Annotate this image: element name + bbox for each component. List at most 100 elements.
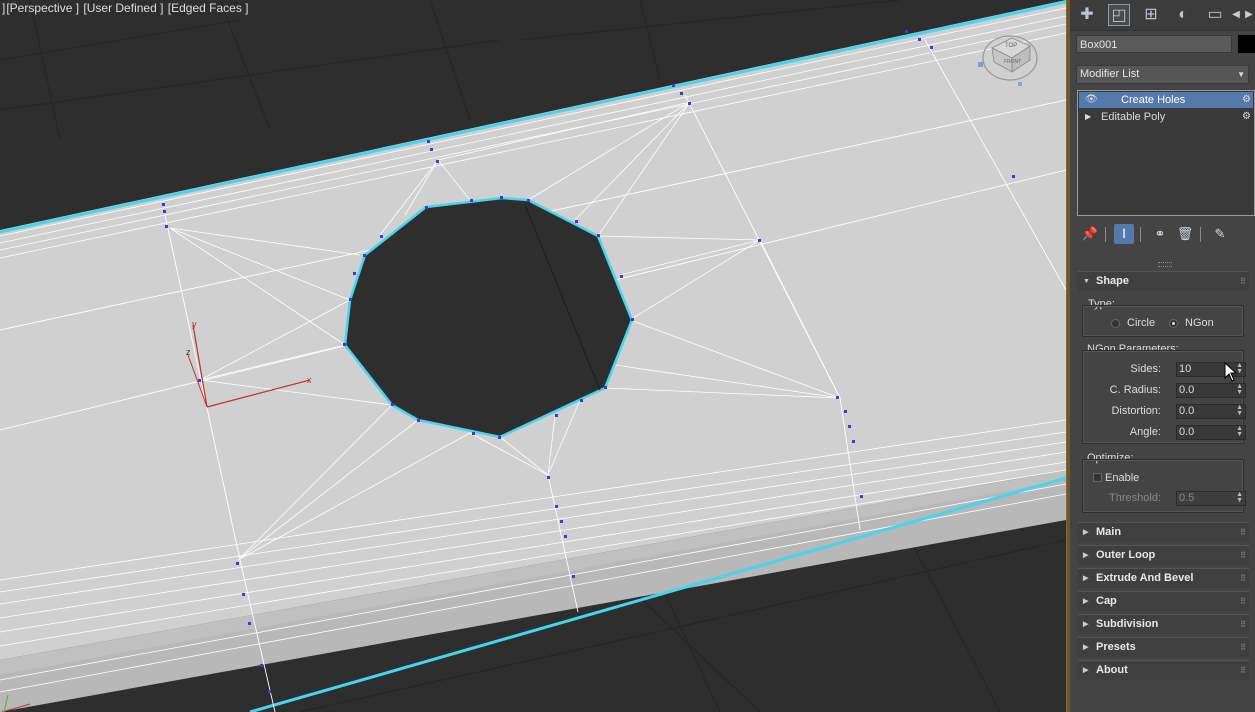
ngon-params-group: Sides: 10 ▲ ▼ C. Radius: 0.0 ▲ ▼ Distortion:… [1082, 350, 1246, 444]
distortion-spinner[interactable]: 0.0 ▲ ▼ [1176, 404, 1246, 419]
drag-handle-icon[interactable]: ⠿ [1240, 615, 1246, 634]
pin-stack-icon[interactable]: 📌 [1080, 224, 1100, 244]
spinner-arrows-icon[interactable]: ▲ ▼ [1236, 404, 1243, 417]
stack-item-label: Editable Poly [1101, 111, 1166, 123]
c-radius-label: C. Radius: [1109, 384, 1161, 396]
angle-label: Angle: [1129, 426, 1161, 438]
axis-x-label: x [307, 375, 312, 385]
expand-arrow-icon: ▶ [1083, 598, 1089, 605]
drag-handle-icon[interactable]: ⠿ [1240, 272, 1246, 291]
object-color-swatch[interactable] [1238, 35, 1255, 53]
command-panel-tabs: ✚ ◰ ⊞ ◐ ▭ ◀ ▶ [1070, 0, 1255, 31]
scroll-left-icon[interactable]: ◀ [1230, 4, 1242, 26]
rollout-title: Cap [1096, 595, 1117, 607]
enable-checkbox[interactable] [1093, 473, 1102, 482]
threshold-value[interactable]: 0.5 [1179, 492, 1194, 504]
viewport-label[interactable]: ][Perspective ] [User Defined ] [Edged F… [0, 0, 252, 16]
scroll-right-icon[interactable]: ▶ [1243, 4, 1255, 26]
viewport-scene[interactable]: x y z TOP FRONT [0, 0, 1066, 712]
viewcube-top-label[interactable]: TOP [1005, 43, 1017, 49]
rollout-title: Subdivision [1096, 618, 1159, 630]
sides-value[interactable]: 10 [1179, 363, 1191, 375]
threshold-spinner[interactable]: 0.5 ▲ ▼ [1176, 491, 1246, 506]
chevron-down-icon: ▼ [1237, 70, 1245, 79]
show-end-result-icon[interactable]: Ⅰ [1114, 224, 1134, 244]
motion-icon[interactable]: ◐ [1172, 4, 1194, 26]
mouse-cursor-icon [1224, 362, 1238, 382]
expand-arrow-icon: ▶ [1083, 621, 1089, 628]
rollout-title: Main [1096, 526, 1122, 538]
axis-z-label: z [186, 347, 191, 357]
axis-y-label: y [192, 319, 197, 329]
panel-resize-grip[interactable] [1158, 262, 1172, 267]
angle-value[interactable]: 0.0 [1179, 426, 1194, 438]
eye-icon[interactable]: 👁 [1085, 92, 1098, 108]
modifier-stack[interactable]: 👁 Create Holes ⚙ ▶ Editable Poly ⚙ [1077, 90, 1255, 216]
rollout-extrude-bevel-header[interactable]: ▶ Extrude And Bevel ⠿ [1078, 568, 1249, 588]
toolbar-separator [1140, 227, 1141, 242]
viewport[interactable]: x y z TOP FRONT ][Perspective ] [User De… [0, 0, 1066, 712]
display-icon[interactable]: ▭ [1204, 4, 1226, 26]
rollout-title: Shape [1096, 275, 1130, 287]
c-radius-spinner[interactable]: 0.0 ▲ ▼ [1176, 383, 1246, 398]
spinner-arrows-icon[interactable]: ▲ ▼ [1236, 491, 1243, 504]
sides-label: Sides: [1130, 363, 1161, 375]
ngon-radio[interactable] [1169, 319, 1178, 328]
drag-handle-icon[interactable]: ⠿ [1240, 546, 1246, 565]
rollout-about-header[interactable]: ▶ About ⠿ [1078, 660, 1249, 680]
viewcube-front-label[interactable]: FRONT [1004, 59, 1021, 65]
drag-handle-icon[interactable]: ⠿ [1240, 569, 1246, 588]
drag-handle-icon[interactable]: ⠿ [1240, 592, 1246, 611]
expand-arrow-icon: ▶ [1083, 552, 1089, 559]
modifier-settings-icon[interactable]: ⚙ [1242, 92, 1251, 108]
circle-radio-label[interactable]: Circle [1127, 317, 1155, 329]
rollout-main-header[interactable]: ▶ Main ⠿ [1078, 522, 1249, 542]
stack-toolbar: 📌 Ⅰ ⚭ 🗑 ✎ [1080, 224, 1248, 246]
threshold-label: Threshold: [1109, 492, 1161, 504]
configure-modifier-sets-icon[interactable]: ✎ [1210, 224, 1230, 244]
modify-icon[interactable]: ◰ [1108, 4, 1130, 26]
rollout-cap-header[interactable]: ▶ Cap ⠿ [1078, 591, 1249, 611]
rollout-title: Outer Loop [1096, 549, 1156, 561]
expand-arrow-icon: ▶ [1083, 644, 1089, 651]
expand-arrow-icon: ▶ [1083, 667, 1089, 674]
viewport-menu-bracket[interactable]: ] [2, 1, 5, 15]
modifier-settings-icon[interactable]: ⚙ [1242, 109, 1251, 125]
circle-radio[interactable] [1111, 319, 1120, 328]
trash-icon[interactable]: 🗑 [1175, 224, 1195, 244]
ngon-radio-label[interactable]: NGon [1185, 317, 1214, 329]
angle-spinner[interactable]: 0.0 ▲ ▼ [1176, 425, 1246, 440]
make-unique-icon[interactable]: ⚭ [1150, 224, 1170, 244]
spinner-arrows-icon[interactable]: ▲ ▼ [1236, 425, 1243, 438]
rollout-presets-header[interactable]: ▶ Presets ⠿ [1078, 637, 1249, 657]
rollout-title: About [1096, 664, 1128, 676]
stack-item-label: Create Holes [1121, 94, 1186, 106]
expand-arrow-icon: ▶ [1083, 575, 1089, 582]
drag-handle-icon[interactable]: ⠿ [1240, 638, 1246, 657]
type-group: Circle NGon [1082, 305, 1244, 337]
distortion-value[interactable]: 0.0 [1179, 405, 1194, 417]
hierarchy-icon[interactable]: ⊞ [1140, 4, 1162, 26]
modifier-list-label: Modifier List [1080, 68, 1140, 80]
viewport-shading-label[interactable]: [Edged Faces ] [168, 1, 249, 15]
optimize-group: Enable Threshold: 0.5 ▲ ▼ [1082, 459, 1246, 513]
viewport-view-label[interactable]: [User Defined ] [83, 1, 163, 15]
stack-item-editable-poly[interactable]: ▶ Editable Poly ⚙ [1079, 109, 1253, 125]
enable-checkbox-label[interactable]: Enable [1105, 472, 1139, 484]
rollout-outer-loop-header[interactable]: ▶ Outer Loop ⠿ [1078, 545, 1249, 565]
modifier-list-dropdown[interactable]: Modifier List ▼ [1076, 65, 1249, 84]
stack-item-create-holes[interactable]: 👁 Create Holes ⚙ [1079, 92, 1253, 108]
object-name-field[interactable]: Box001 [1076, 35, 1232, 53]
c-radius-value[interactable]: 0.0 [1179, 384, 1194, 396]
drag-handle-icon[interactable]: ⠿ [1240, 523, 1246, 542]
toolbar-separator [1200, 227, 1201, 242]
create-icon[interactable]: ✚ [1076, 4, 1098, 26]
expand-arrow-icon[interactable]: ▶ [1085, 109, 1091, 125]
toolbar-separator [1105, 227, 1106, 242]
viewport-pov-label[interactable]: [Perspective ] [6, 1, 79, 15]
rollout-shape-header[interactable]: ▼ Shape ⠿ [1078, 271, 1249, 291]
distortion-label: Distortion: [1111, 405, 1161, 417]
rollout-subdivision-header[interactable]: ▶ Subdivision ⠿ [1078, 614, 1249, 634]
drag-handle-icon[interactable]: ⠿ [1240, 661, 1246, 680]
spinner-arrows-icon[interactable]: ▲ ▼ [1236, 383, 1243, 396]
